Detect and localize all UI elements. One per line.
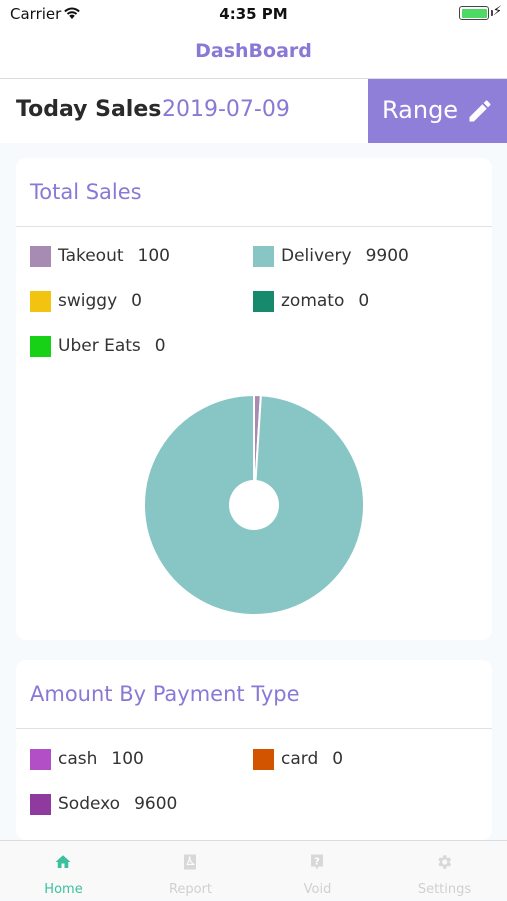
legend-value: 0 bbox=[131, 291, 142, 311]
tab-settings[interactable]: Settings bbox=[381, 841, 507, 901]
tab-bar: Home Report ? Void Settings bbox=[0, 840, 507, 900]
tab-void[interactable]: ? Void bbox=[254, 841, 381, 901]
tab-label: Home bbox=[44, 882, 83, 897]
legend-value: 0 bbox=[358, 291, 370, 311]
legend-swatch bbox=[253, 245, 274, 267]
total-sales-title: Total Sales bbox=[30, 180, 142, 204]
pencil-icon bbox=[469, 100, 491, 122]
nav-bar: DashBoard bbox=[0, 28, 507, 79]
tab-label: Void bbox=[303, 882, 332, 897]
legend-swatch bbox=[30, 290, 51, 312]
divider bbox=[16, 728, 492, 729]
question-icon: ? bbox=[311, 854, 323, 870]
legend-item-takeout: Takeout 100 bbox=[30, 245, 170, 267]
legend-swatch bbox=[30, 748, 51, 770]
legend-swatch bbox=[30, 245, 51, 267]
range-button-label: Range bbox=[382, 96, 459, 124]
legend-label: Uber Eats bbox=[58, 336, 141, 356]
legend-swatch bbox=[30, 793, 51, 815]
pdf-icon bbox=[184, 854, 196, 870]
legend-value: 9900 bbox=[365, 246, 409, 266]
svg-text:?: ? bbox=[314, 856, 320, 867]
status-time: 4:35 PM bbox=[219, 5, 288, 23]
legend-item-uber-eats: Uber Eats 0 bbox=[30, 335, 166, 357]
legend-swatch bbox=[253, 748, 274, 770]
legend-item-cash: cash 100 bbox=[30, 748, 144, 770]
total-sales-pie-chart bbox=[143, 393, 365, 616]
today-sales-label: Today Sales bbox=[16, 97, 162, 122]
pie-slice-delivery bbox=[143, 393, 365, 616]
tab-label: Report bbox=[168, 882, 213, 897]
total-sales-card: Total Sales Takeout 100 Delivery 9900 sw… bbox=[16, 158, 492, 640]
today-sales-date: 2019-07-09 bbox=[162, 97, 290, 122]
legend-item-delivery: Delivery 9900 bbox=[253, 245, 409, 267]
legend-label: card bbox=[281, 749, 319, 769]
legend-value: 100 bbox=[137, 246, 170, 266]
status-bar: Carrier 4:35 PM ⚡ bbox=[0, 0, 507, 28]
charging-icon: ⚡ bbox=[492, 4, 502, 19]
payment-type-card: Amount By Payment Type cash 100 card 0 S… bbox=[16, 660, 492, 840]
legend-value: 9600 bbox=[134, 794, 178, 814]
range-button[interactable]: Range bbox=[368, 79, 507, 143]
gear-icon bbox=[438, 855, 452, 869]
tab-home[interactable]: Home bbox=[0, 841, 127, 901]
battery-icon bbox=[459, 6, 489, 20]
legend-label: swiggy bbox=[58, 291, 118, 311]
legend-swatch bbox=[30, 335, 51, 357]
legend-label: cash bbox=[58, 749, 98, 769]
legend-value: 0 bbox=[332, 749, 344, 769]
legend-value: 100 bbox=[111, 749, 144, 769]
legend-label: Takeout bbox=[58, 246, 124, 266]
page-title: DashBoard bbox=[195, 40, 312, 62]
today-sales-bar: Today Sales 2019-07-09 Range bbox=[0, 79, 507, 143]
tab-report[interactable]: Report bbox=[127, 841, 254, 901]
legend-item-card: card 0 bbox=[253, 748, 343, 770]
legend-swatch bbox=[253, 290, 274, 312]
legend-value: 0 bbox=[154, 336, 166, 356]
payment-type-title: Amount By Payment Type bbox=[30, 682, 300, 706]
legend-label: zomato bbox=[281, 291, 345, 311]
legend-item-swiggy: swiggy 0 bbox=[30, 290, 142, 312]
home-icon bbox=[55, 855, 71, 868]
divider bbox=[16, 226, 492, 227]
legend-label: Delivery bbox=[281, 246, 352, 266]
legend-label: Sodexo bbox=[58, 794, 121, 814]
legend-item-sodexo: Sodexo 9600 bbox=[30, 793, 177, 815]
legend-item-zomato: zomato 0 bbox=[253, 290, 369, 312]
tab-label: Settings bbox=[417, 882, 472, 897]
